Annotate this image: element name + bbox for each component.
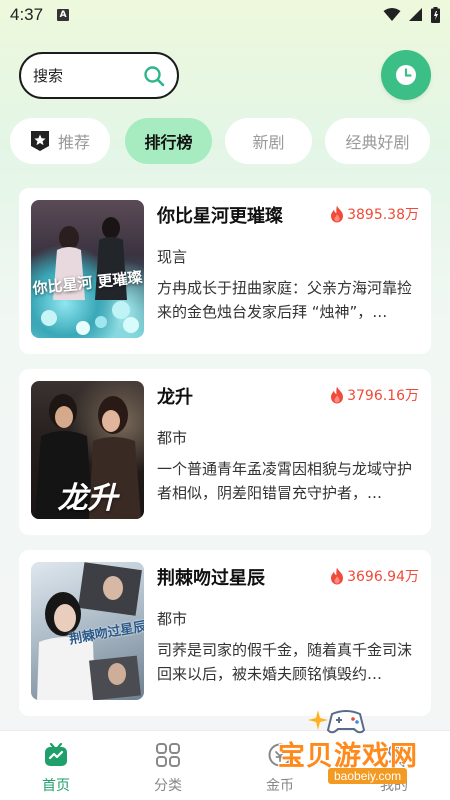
drama-genre: 都市 (157, 429, 188, 447)
battery-icon (431, 7, 440, 23)
drama-card[interactable]: 荆棘吻过星辰 荆棘吻过星辰 3696.94万 都市 司荞是司家的假千金，随着真千… (19, 550, 431, 716)
tab-label: 新剧 (252, 133, 285, 152)
nav-category[interactable]: 分类 (112, 731, 224, 800)
flame-icon (331, 386, 344, 404)
nav-label: 分类 (154, 778, 182, 794)
drama-genre: 都市 (157, 610, 188, 628)
tab-recommend[interactable]: 推荐 (10, 118, 110, 164)
gamepad-icon (326, 710, 366, 734)
search-icon[interactable] (143, 65, 165, 87)
drama-cover[interactable]: 你比星河 更璀璨 (31, 200, 144, 338)
heat-value: 3895.38万 (347, 207, 419, 223)
drama-cover[interactable]: 龙升 (31, 381, 144, 519)
drama-description: 方冉成长于扭曲家庭：父亲方海河靠捡来的金色烛台发家后拜 “烛神”，… (157, 279, 413, 321)
category-tabs: 推荐 排行榜 新剧 经典好剧 (10, 118, 450, 164)
drama-card[interactable]: 你比星河 更璀璨 你比星河更璀璨 3895.38万 现言 方冉成长于扭曲家庭：父… (19, 188, 431, 354)
nav-label: 首页 (42, 778, 70, 794)
grid-icon (155, 741, 181, 769)
status-bar: 4:37 A (0, 0, 450, 30)
spark-icon (308, 710, 328, 730)
tab-ranking[interactable]: 排行榜 (125, 118, 212, 164)
status-time: 4:37 (10, 5, 44, 24)
search-input[interactable] (33, 66, 133, 85)
heat-value: 3796.16万 (347, 388, 419, 404)
tab-label: 经典好剧 (345, 133, 410, 152)
tab-classic[interactable]: 经典好剧 (325, 118, 430, 164)
cover-title: 龙升 (57, 481, 118, 516)
heat-value: 3696.94万 (347, 569, 419, 585)
drama-title[interactable]: 荆棘吻过星辰 (157, 564, 265, 590)
notification-icon: A (57, 9, 70, 21)
wifi-icon (383, 8, 401, 21)
drama-card[interactable]: 龙升 龙升 3796.16万 都市 一个普通青年孟凌霄因相貌与龙域守护者相似，阴… (19, 369, 431, 535)
nav-home[interactable]: 首页 (0, 731, 112, 800)
tab-label: 排行榜 (144, 133, 193, 152)
watermark: 宝贝游戏网 baobeiy.com (268, 706, 450, 800)
drama-cover[interactable]: 荆棘吻过星辰 (31, 562, 144, 700)
search-bar[interactable] (19, 52, 179, 99)
drama-title[interactable]: 你比星河更璀璨 (157, 202, 283, 228)
drama-description: 司荞是司家的假千金，随着真千金司沫回来以后，被未婚夫顾铭慎毁约… (157, 641, 413, 683)
tab-label: 推荐 (57, 133, 90, 152)
history-button[interactable] (381, 50, 431, 100)
clock-icon (396, 65, 416, 85)
drama-title[interactable]: 龙升 (157, 383, 193, 409)
status-indicators (383, 7, 440, 23)
heat-count: 3895.38万 (329, 204, 419, 224)
tv-icon (43, 741, 69, 769)
drama-description: 一个普通青年孟凌霄因相貌与龙域守护者相似，阴差阳错冒充守护者，… (157, 460, 413, 502)
heat-count: 3696.94万 (329, 566, 419, 586)
tab-new[interactable]: 新剧 (225, 118, 312, 164)
flame-icon (331, 567, 344, 585)
heat-count: 3796.16万 (329, 385, 419, 405)
drama-genre: 现言 (157, 248, 188, 266)
signal-icon (409, 8, 422, 21)
star-badge-icon (30, 130, 50, 152)
flame-icon (331, 205, 344, 223)
watermark-url: baobeiy.com (328, 768, 408, 784)
